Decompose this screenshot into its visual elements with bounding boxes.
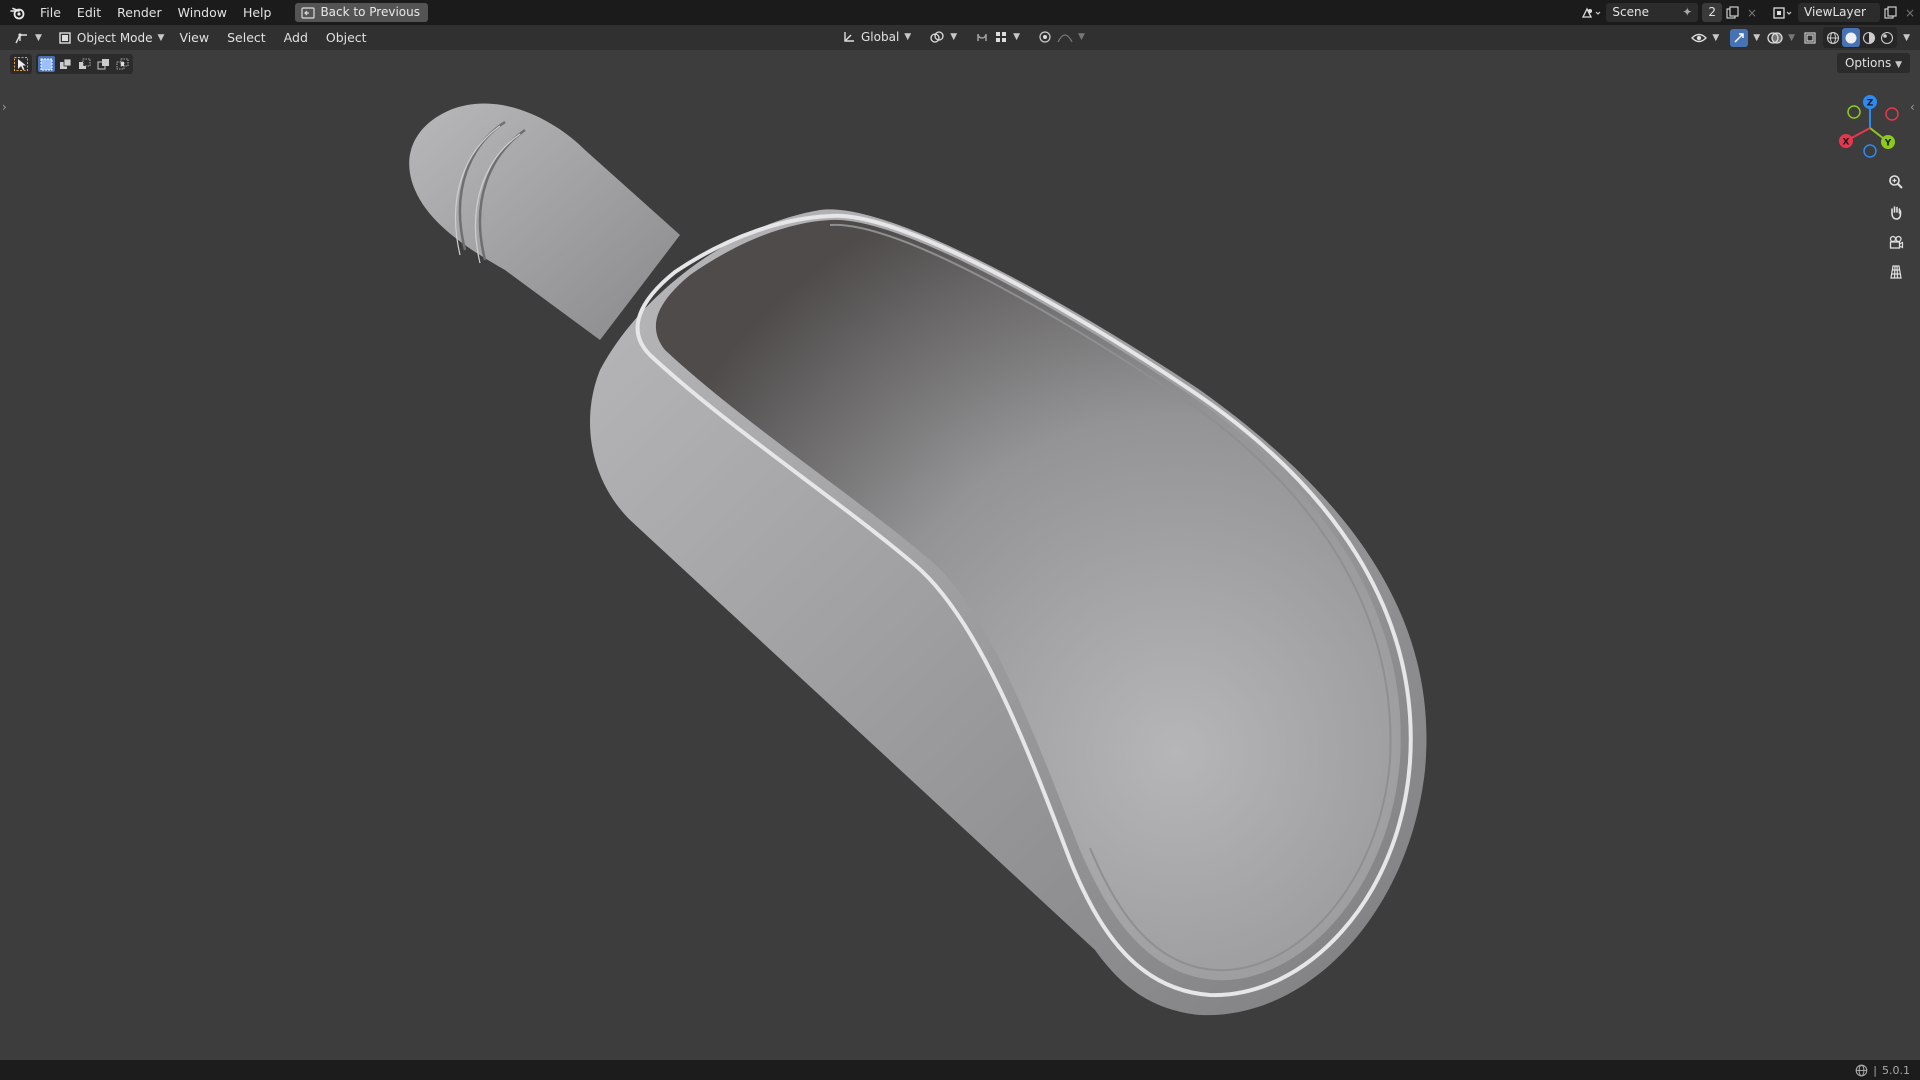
- pivot-icon: [930, 31, 944, 43]
- sidebar-toggle-arrow[interactable]: ‹: [1910, 100, 1915, 114]
- back-to-previous-button[interactable]: Back to Previous: [295, 3, 428, 22]
- status-bar: | 5.0.1: [0, 1060, 1920, 1080]
- top-bar: File Edit Render Window Help Back to Pre…: [0, 0, 1920, 25]
- viewport-3d[interactable]: [0, 50, 1920, 1060]
- snap-icon: [977, 33, 987, 41]
- scene-controls: Scene ✦ 2 × ViewLayer ×: [1576, 0, 1920, 25]
- menu-view[interactable]: View: [170, 30, 218, 45]
- editor-type-icon: [15, 32, 27, 43]
- transform-orientation-selector[interactable]: Global ▼: [836, 27, 917, 47]
- scene-name-field[interactable]: Scene ✦: [1606, 3, 1699, 22]
- view-layer-browse-icon[interactable]: [1768, 3, 1798, 22]
- zoom-icon[interactable]: [1884, 170, 1908, 194]
- mode-selector[interactable]: Object Mode ▼: [52, 28, 171, 48]
- scoop-model[interactable]: [409, 103, 1427, 1016]
- rendered-shading-icon[interactable]: [1878, 28, 1896, 47]
- camera-icon[interactable]: [1884, 230, 1908, 254]
- menu-file[interactable]: File: [32, 0, 69, 25]
- menu-window[interactable]: Window: [170, 0, 235, 25]
- version-label: 5.0.1: [1882, 1063, 1910, 1077]
- scene-name: Scene: [1612, 5, 1649, 19]
- gizmo-z-label: Z: [1867, 99, 1874, 109]
- delete-view-layer-icon[interactable]: ×: [1900, 3, 1920, 22]
- network-icon: [1855, 1064, 1868, 1076]
- scene-browse-icon[interactable]: [1576, 3, 1606, 22]
- gizmo-icon[interactable]: [1730, 28, 1749, 47]
- menu-render[interactable]: Render: [109, 0, 170, 25]
- pin-icon[interactable]: ✦: [1682, 3, 1692, 22]
- proportional-edit-toggle[interactable]: ▼: [1032, 27, 1091, 47]
- viewport-display-controls: ▼ ▼ ▼ ▼: [1685, 27, 1910, 48]
- navigation-buttons: [1884, 170, 1908, 284]
- grid-icon[interactable]: [1884, 260, 1908, 284]
- xray-icon[interactable]: [1800, 28, 1820, 47]
- back-button-label: Back to Previous: [320, 5, 420, 19]
- menu-help[interactable]: Help: [235, 0, 280, 25]
- overlay-dropdown[interactable]: ▼: [1765, 28, 1797, 48]
- back-icon: [301, 6, 316, 19]
- blender-logo-icon[interactable]: [4, 0, 32, 25]
- scoop-handle: [409, 103, 680, 340]
- gizmo-x-label: X: [1843, 138, 1850, 148]
- pivot-selector[interactable]: ▼: [923, 27, 963, 47]
- snap-toggle[interactable]: ▼: [969, 27, 1026, 47]
- visibility-dropdown[interactable]: ▼: [1685, 28, 1725, 48]
- editor-type-selector[interactable]: ▼: [8, 28, 48, 48]
- object-mode-icon: [59, 31, 71, 44]
- overlay-icon: [1767, 31, 1783, 44]
- gizmo-y-label: Y: [1884, 139, 1892, 149]
- new-scene-icon[interactable]: [1722, 3, 1742, 22]
- wireframe-shading-icon[interactable]: [1824, 28, 1842, 47]
- pan-icon[interactable]: [1884, 200, 1908, 224]
- solid-shading-icon[interactable]: [1842, 28, 1861, 47]
- gizmo-dropdown[interactable]: ▼: [1728, 28, 1762, 48]
- transform-orientation-icon: [844, 32, 854, 42]
- status-separator: |: [1873, 1063, 1877, 1077]
- material-shading-icon[interactable]: [1860, 28, 1878, 47]
- delete-scene-icon[interactable]: ×: [1742, 3, 1762, 22]
- menu-select[interactable]: Select: [218, 30, 275, 45]
- shading-options-dropdown[interactable]: ▼: [1903, 33, 1910, 43]
- menu-edit[interactable]: Edit: [69, 0, 109, 25]
- menu-add[interactable]: Add: [275, 30, 317, 45]
- visibility-icon: [1691, 33, 1708, 42]
- navigation-gizmo[interactable]: Z Y X: [1830, 88, 1910, 168]
- transform-tools: Global ▼ ▼ ▼ ▼: [836, 27, 1091, 47]
- snap-target-icon: [996, 32, 1007, 42]
- proportional-edit-icon: [1039, 31, 1051, 43]
- orientation-label: Global: [861, 30, 900, 44]
- toolbar-toggle-arrow[interactable]: ›: [2, 100, 7, 114]
- new-view-layer-icon[interactable]: [1880, 3, 1900, 22]
- falloff-icon: [1057, 34, 1073, 43]
- menu-object[interactable]: Object: [317, 30, 376, 45]
- scene-users-count: 2: [1702, 3, 1722, 22]
- viewport-header: ▼ Object Mode ▼ View Select Add Object G…: [0, 25, 1920, 50]
- view-layer-field[interactable]: ViewLayer: [1798, 3, 1880, 22]
- shading-mode-group: [1823, 27, 1898, 48]
- mode-label: Object Mode: [76, 30, 153, 45]
